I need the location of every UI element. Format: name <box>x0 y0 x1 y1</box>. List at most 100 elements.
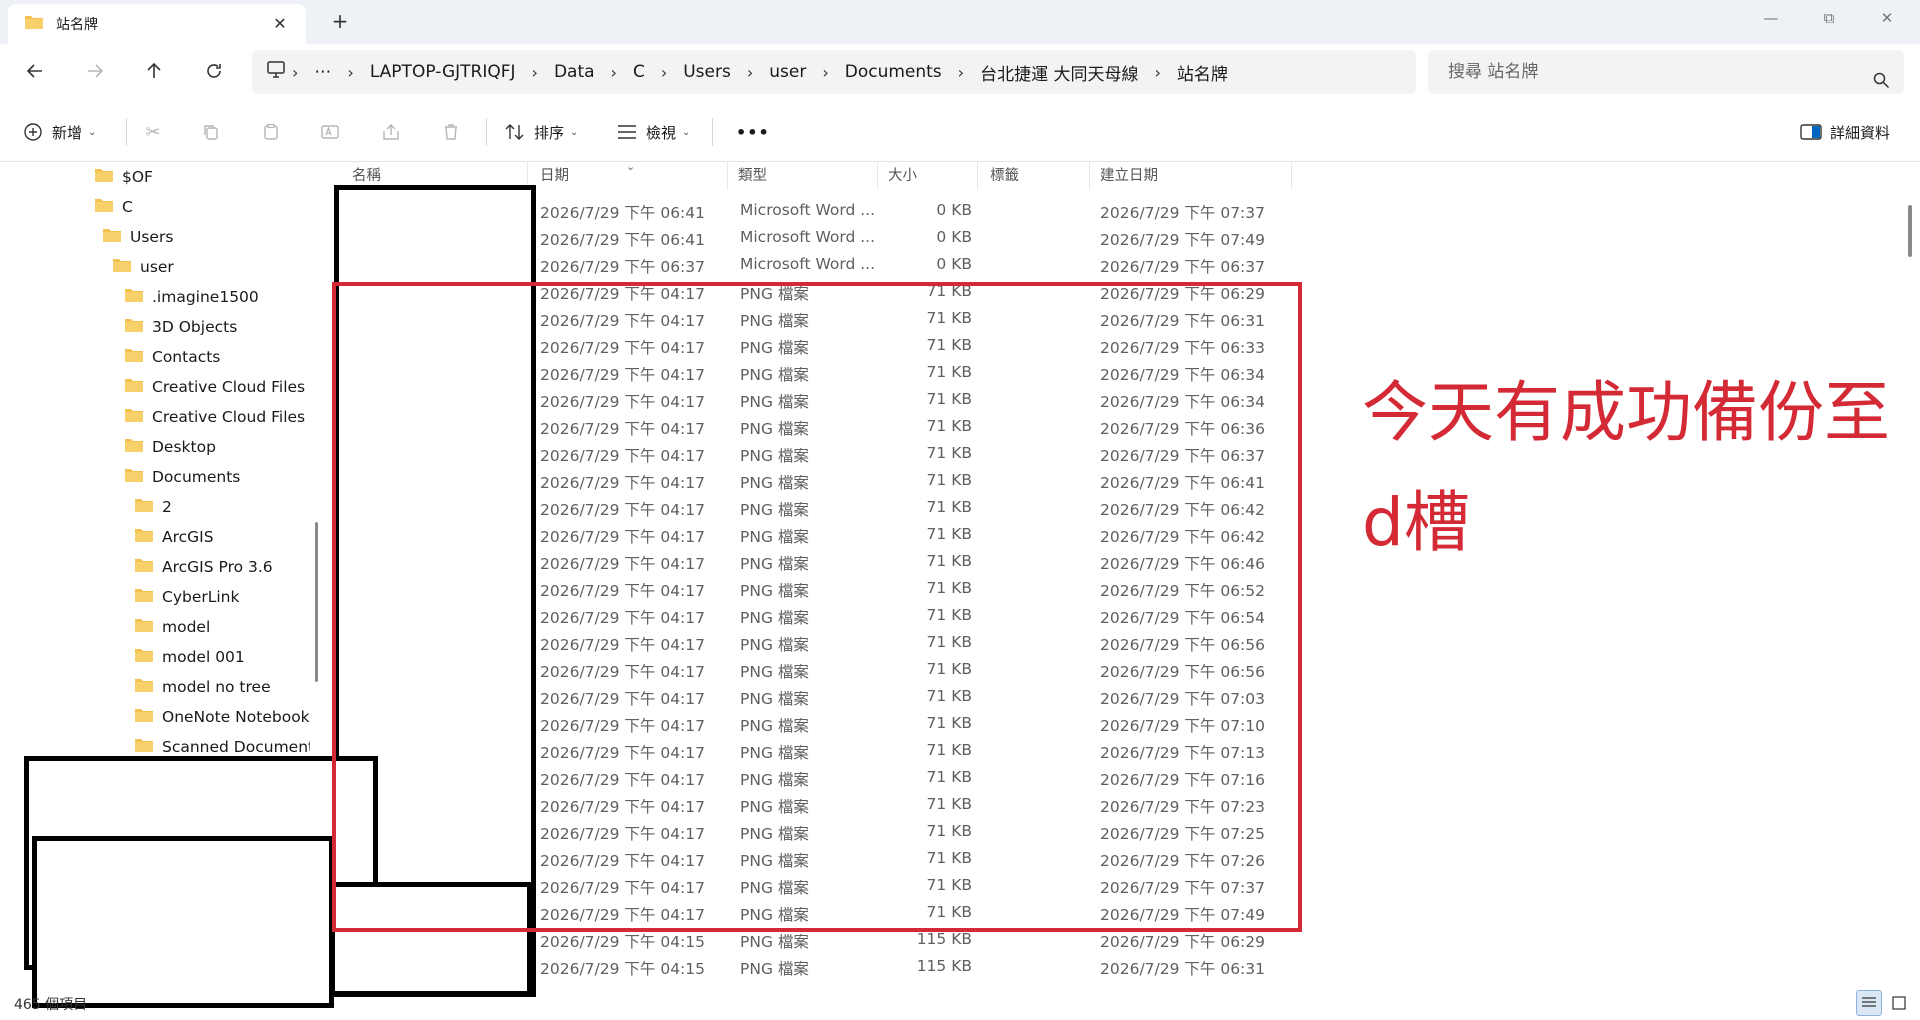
delete-button[interactable] <box>438 118 464 146</box>
breadcrumb-project[interactable]: 台北捷運 大同天母線 <box>970 60 1148 85</box>
sidebar-item[interactable]: CyberLink <box>134 582 240 612</box>
file-list-scrollbar[interactable] <box>1908 205 1912 257</box>
column-header-type[interactable]: 類型 <box>730 162 878 190</box>
trash-icon <box>438 119 464 145</box>
folder-icon <box>134 587 154 607</box>
file-created: 2026/7/29 下午 06:37 <box>1100 258 1265 276</box>
chevron-right-icon[interactable]: › <box>341 63 359 82</box>
new-button[interactable]: 新增 ⌄ <box>20 118 96 146</box>
sidebar-item[interactable]: $OF <box>94 162 153 192</box>
breadcrumb-c[interactable]: C <box>623 62 655 82</box>
breadcrumb-more[interactable]: ⋯ <box>304 62 341 82</box>
sidebar-item[interactable]: 2 <box>134 492 172 522</box>
file-row[interactable]: 2026/7/29 下午 06:37 Microsoft Word ... 0 KB… <box>328 252 1898 279</box>
back-button[interactable] <box>20 58 50 88</box>
file-date: 2026/7/29 下午 04:15 <box>540 960 705 978</box>
file-type: Microsoft Word ... <box>740 255 876 273</box>
more-options-button[interactable]: ••• <box>730 118 770 146</box>
minimize-button[interactable]: — <box>1756 6 1786 30</box>
tab-close-icon[interactable]: ✕ <box>270 14 290 34</box>
scissors-icon: ✂ <box>145 121 161 143</box>
view-button[interactable]: 檢視 ⌄ <box>614 118 690 146</box>
chevron-right-icon[interactable]: › <box>952 63 970 82</box>
copy-button[interactable] <box>198 118 224 146</box>
rename-button[interactable] <box>318 118 344 146</box>
sidebar-item[interactable]: 3D Objects <box>124 312 237 342</box>
chevron-right-icon[interactable]: › <box>741 63 759 82</box>
breadcrumb-users[interactable]: Users <box>673 62 741 82</box>
tab-current[interactable]: 站名牌 ✕ <box>8 4 306 44</box>
sidebar-item[interactable]: C <box>94 192 133 222</box>
cut-button[interactable]: ✂ <box>140 118 166 146</box>
file-created: 2026/7/29 下午 07:49 <box>1100 231 1265 249</box>
new-tab-button[interactable]: + <box>328 10 352 34</box>
divider <box>712 118 713 146</box>
sidebar-item[interactable]: .imagine1500 <box>124 282 259 312</box>
folder-icon <box>134 707 154 727</box>
chevron-right-icon[interactable]: › <box>286 63 304 82</box>
column-header-tags[interactable]: 標籤 <box>982 162 1090 190</box>
chevron-right-icon[interactable]: › <box>605 63 623 82</box>
sidebar-item[interactable]: Users <box>102 222 173 252</box>
forward-button[interactable] <box>80 58 110 88</box>
folder-icon <box>124 467 144 487</box>
column-header-created[interactable]: 建立日期 <box>1092 162 1292 190</box>
paste-button[interactable] <box>258 118 284 146</box>
sidebar-item[interactable]: model 001 <box>134 642 245 672</box>
refresh-button[interactable] <box>199 58 229 88</box>
annotation-line-2: d槽 <box>1362 484 1470 561</box>
chevron-right-icon[interactable]: › <box>526 63 544 82</box>
search-input[interactable]: 搜尋 站名牌 <box>1428 50 1904 94</box>
sidebar-scrollbar[interactable] <box>315 522 318 682</box>
tiles-view-button[interactable] <box>1886 990 1912 1016</box>
computer-icon[interactable] <box>266 60 286 84</box>
breadcrumb-current[interactable]: 站名牌 <box>1167 60 1238 85</box>
details-view-button[interactable] <box>1856 990 1882 1016</box>
sidebar-item[interactable]: Contacts <box>124 342 220 372</box>
file-row[interactable]: 2026/7/29 下午 06:41 Microsoft Word ... 0 KB… <box>328 225 1898 252</box>
sidebar-item[interactable]: user <box>112 252 174 282</box>
sidebar-item[interactable]: ArcGIS Pro 3.6 <box>134 552 273 582</box>
breadcrumb: › ⋯ › LAPTOP-GJTRIQFJ › Data › C › Users… <box>252 50 1416 94</box>
sidebar-item[interactable]: Desktop <box>124 432 216 462</box>
chevron-down-icon: ⌄ <box>682 126 691 138</box>
folder-icon <box>124 437 144 457</box>
breadcrumb-documents[interactable]: Documents <box>835 62 952 82</box>
restore-button[interactable]: ⧉ <box>1814 6 1844 30</box>
close-button[interactable]: ✕ <box>1872 6 1902 30</box>
address-bar: › ⋯ › LAPTOP-GJTRIQFJ › Data › C › Users… <box>0 44 1920 100</box>
up-button[interactable] <box>139 58 169 88</box>
column-header-size[interactable]: 大小 <box>880 162 978 190</box>
chevron-right-icon[interactable]: › <box>1148 63 1166 82</box>
sidebar-item[interactable]: Creative Cloud Files sh <box>124 372 310 402</box>
title-bar: 站名牌 ✕ + — ⧉ ✕ <box>0 0 1920 44</box>
folder-icon <box>124 287 144 307</box>
item-count: 465 個項目 <box>14 997 88 1013</box>
breadcrumb-data[interactable]: Data <box>544 62 605 82</box>
folder-icon <box>134 497 154 517</box>
chevron-right-icon[interactable]: › <box>816 63 834 82</box>
details-pane-button[interactable]: 詳細資料 <box>1798 118 1890 146</box>
file-type: PNG 檔案 <box>740 960 809 978</box>
command-bar: 新增 ⌄ ✂ 排序 ⌄ 檢視 ⌄ ••• 詳細資料 <box>0 100 1920 162</box>
sidebar-item[interactable]: model no tree <box>134 672 271 702</box>
chevron-right-icon[interactable]: › <box>655 63 673 82</box>
folder-icon <box>94 167 114 187</box>
breadcrumb-computer[interactable]: LAPTOP-GJTRIQFJ <box>360 62 526 82</box>
new-label: 新增 <box>52 123 83 142</box>
folder-icon <box>124 407 144 427</box>
sidebar-item[interactable]: model <box>134 612 210 642</box>
file-row[interactable]: 2026/7/29 下午 06:41 Microsoft Word ... 0 KB… <box>328 198 1898 225</box>
sidebar-item[interactable]: ArcGIS <box>134 522 214 552</box>
sidebar-item[interactable]: Documents <box>124 462 240 492</box>
breadcrumb-user[interactable]: user <box>759 62 816 82</box>
sort-button[interactable]: 排序 ⌄ <box>502 118 578 146</box>
file-row[interactable]: 2026/7/29 下午 04:15 PNG 檔案 115 KB 2026/7/29 … <box>328 954 1898 981</box>
share-button[interactable] <box>378 118 404 146</box>
sidebar-item-label: OneNote Notebooks <box>162 708 310 726</box>
sidebar-item-label: $OF <box>122 168 153 186</box>
sidebar-item-label: 2 <box>162 498 172 516</box>
sidebar-item[interactable]: Creative Cloud Files sh <box>124 402 310 432</box>
more-icon: ••• <box>736 122 770 142</box>
sidebar-item[interactable]: OneNote Notebooks <box>134 702 310 732</box>
